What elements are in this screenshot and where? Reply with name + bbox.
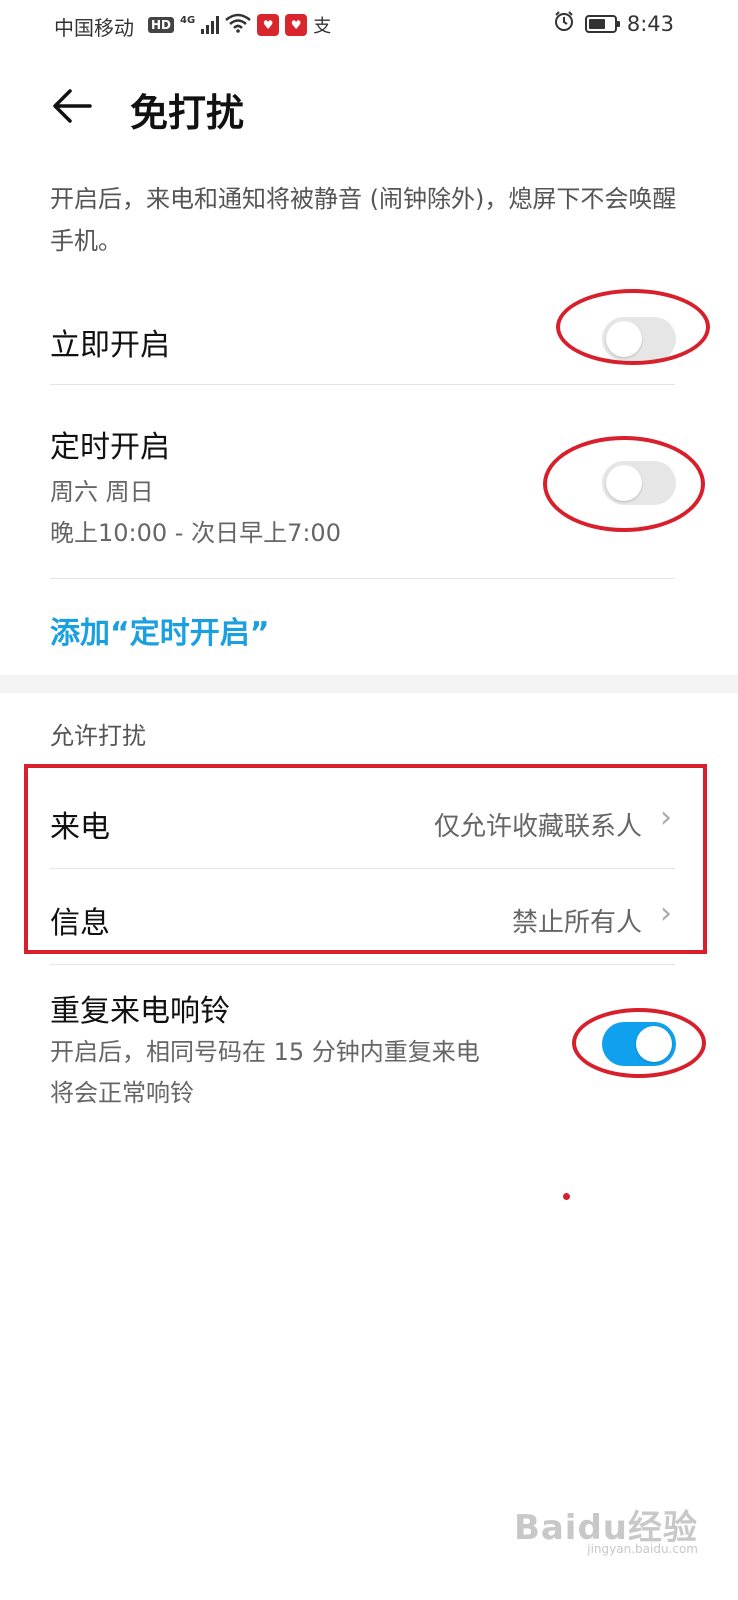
scheduled-enable-label: 定时开启 <box>50 430 170 465</box>
repeat-calls-desc-line2: 将会正常响铃 <box>50 1079 194 1107</box>
annotation-dot <box>563 1193 570 1200</box>
section-gap <box>0 675 738 693</box>
annotation-rectangle <box>24 764 707 954</box>
add-schedule-link[interactable]: 添加“定时开启” <box>50 608 269 652</box>
alipay-icon: 支 <box>313 16 332 37</box>
annotation-ellipse <box>556 289 710 365</box>
annotation-ellipse <box>543 436 705 532</box>
repeat-calls-label: 重复来电响铃 <box>50 994 230 1029</box>
back-button[interactable] <box>42 80 102 132</box>
app-notification-icon: ♥ <box>285 14 308 36</box>
wifi-icon <box>225 13 251 37</box>
app-notification-icon: ♥ <box>257 14 280 36</box>
status-bar: 中国移动 HD 4G ♥ ♥ 支 8:43 <box>0 0 738 50</box>
annotation-ellipse <box>572 1008 706 1078</box>
divider <box>50 578 675 579</box>
network-type-label: 4G <box>180 14 196 26</box>
repeat-calls-desc-line1: 开启后，相同号码在 15 分钟内重复来电 <box>50 1038 480 1066</box>
scheduled-time-range: 晚上10:00 - 次日早上7:00 <box>50 519 341 547</box>
status-icons-left: HD 4G ♥ ♥ 支 <box>148 12 331 38</box>
back-arrow-icon <box>53 89 92 123</box>
description-text: 开启后，来电和通知将被静音 (闹钟除外)，熄屏下不会唤醒手机。 <box>50 185 677 255</box>
app-header: 免打扰 <box>0 60 738 152</box>
status-icons-right: 8:43 <box>553 10 674 37</box>
alarm-icon <box>553 10 575 37</box>
immediate-enable-label: 立即开启 <box>50 328 170 363</box>
hd-icon: HD <box>148 17 175 33</box>
divider <box>50 964 675 965</box>
carrier-label: 中国移动 <box>54 16 134 40</box>
status-time: 8:43 <box>626 11 674 36</box>
watermark-url: jingyan.baidu.com <box>587 1542 698 1556</box>
battery-icon <box>584 14 620 33</box>
scheduled-days: 周六 周日 <box>50 478 154 506</box>
page-title: 免打扰 <box>130 91 245 135</box>
allow-section-header: 允许打扰 <box>50 722 146 750</box>
divider <box>50 384 675 385</box>
signal-icon <box>201 16 220 34</box>
